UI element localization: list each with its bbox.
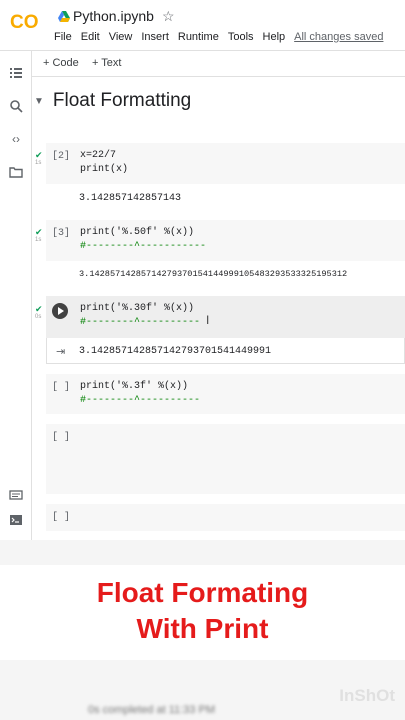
text-cursor-icon: I [206, 313, 210, 327]
run-duration: 1s [35, 160, 42, 166]
menu-view[interactable]: View [109, 31, 133, 43]
execution-count: [3] [52, 228, 71, 239]
menu-bar: File Edit View Insert Runtime Tools Help… [54, 31, 392, 43]
code-snippets-icon[interactable]: ‹› [9, 132, 23, 146]
code-comment: #--------^---------- [80, 317, 201, 328]
command-palette-icon[interactable] [9, 488, 23, 502]
video-caption: Float Formating With Print [0, 575, 405, 647]
colab-logo[interactable]: CO [10, 12, 44, 36]
code-cell[interactable]: [ ] print('%.3f' %(x)) #--------^-------… [46, 374, 405, 414]
save-status-link[interactable]: All changes saved [294, 31, 383, 43]
code-editor[interactable]: print('%.30f' %(x)) #--------^---------- [80, 302, 200, 330]
cell-output: 3.142857142857142793701541449991 [79, 346, 272, 357]
menu-file[interactable]: File [54, 31, 72, 43]
code-line: print('%.30f' %(x)) [80, 303, 195, 314]
status-bar: 0s completed at 11:33 PM [88, 704, 215, 716]
code-line: print('%.50f' %(x)) [80, 227, 195, 238]
execution-count: [ ] [52, 382, 71, 393]
code-editor[interactable]: print('%.3f' %(x)) #--------^---------- [80, 380, 200, 408]
menu-help[interactable]: Help [263, 31, 286, 43]
folder-icon[interactable] [9, 165, 23, 179]
execution-count: [2] [52, 151, 71, 162]
section-title: Float Formatting [52, 90, 192, 111]
code-cell[interactable]: [3] print('%.50f' %(x)) #--------^------… [46, 220, 405, 261]
menu-edit[interactable]: Edit [81, 31, 100, 43]
watermark: InShOt [339, 686, 395, 705]
code-line: print('%.3f' %(x)) [80, 381, 189, 392]
terminal-icon[interactable] [9, 513, 23, 527]
drive-icon[interactable] [58, 11, 70, 22]
notebook-toolbar: + Code + Text [32, 51, 405, 77]
star-icon[interactable]: ☆ [162, 8, 175, 25]
caption-line: With Print [136, 613, 269, 644]
run-duration: 0s [35, 314, 42, 320]
section-heading[interactable]: ▼ Float Formatting [34, 90, 191, 112]
execution-count: [ ] [52, 432, 71, 443]
code-cell-active[interactable]: print('%.30f' %(x)) #--------^---------- [46, 296, 405, 338]
output-options-icon[interactable]: ⇥ [56, 345, 65, 358]
code-line: x=22/7 [80, 150, 117, 161]
menu-tools[interactable]: Tools [228, 31, 254, 43]
menu-insert[interactable]: Insert [141, 31, 169, 43]
cell-output: 3.14285714285714279370154144999105483293… [79, 269, 348, 279]
code-comment: #--------^----------- [80, 241, 207, 252]
menu-runtime[interactable]: Runtime [178, 31, 219, 43]
notebook-title[interactable]: Python.ipynb [73, 8, 154, 24]
cell-output: 3.142857142857143 [79, 193, 182, 204]
code-line: print(x) [80, 164, 129, 175]
top-bar: CO Python.ipynb ☆ File Edit View Insert … [0, 0, 405, 50]
execution-count: [ ] [52, 512, 71, 523]
run-cell-button[interactable] [52, 303, 68, 319]
add-text-button[interactable]: + Text [92, 57, 121, 69]
caption-line: Float Formating [96, 577, 309, 608]
run-duration: 1s [35, 237, 42, 243]
sidebar: ‹› [0, 51, 32, 540]
collapse-caret-icon[interactable]: ▼ [34, 96, 44, 107]
code-editor[interactable]: x=22/7 print(x) [80, 149, 128, 177]
code-comment: #--------^---------- [80, 395, 201, 406]
code-editor[interactable]: print('%.50f' %(x)) #--------^----------… [80, 226, 206, 254]
logo-text: CO [10, 12, 39, 33]
code-cell[interactable]: [ ] [46, 504, 405, 531]
search-icon[interactable] [9, 99, 23, 113]
code-cell[interactable]: [2] x=22/7 print(x) [46, 143, 405, 184]
code-cell[interactable]: [ ] [46, 424, 405, 494]
table-of-contents-icon[interactable] [9, 66, 23, 80]
add-code-button[interactable]: + Code [43, 57, 79, 69]
